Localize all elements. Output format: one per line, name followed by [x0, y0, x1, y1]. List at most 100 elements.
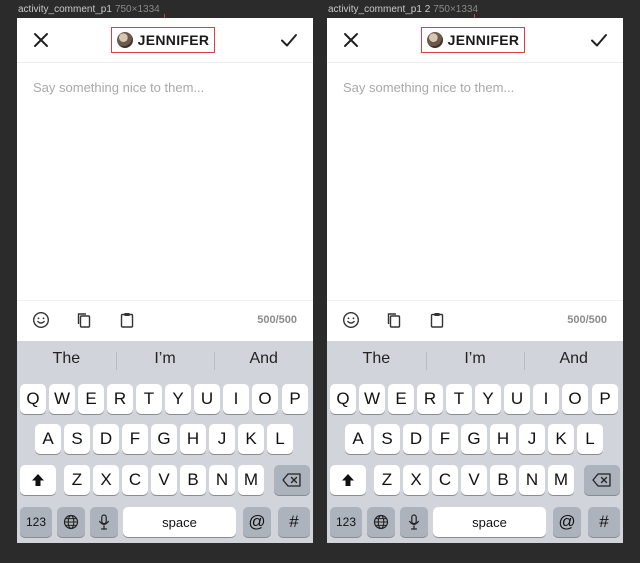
key-p[interactable]: P — [282, 384, 308, 414]
comment-toolbar: 500/500 — [17, 300, 313, 341]
key-x[interactable]: X — [403, 465, 429, 495]
key-b[interactable]: B — [180, 465, 206, 495]
hash-key[interactable]: # — [278, 507, 310, 537]
key-u[interactable]: U — [194, 384, 220, 414]
mic-key[interactable] — [400, 507, 428, 537]
comment-input[interactable]: Say something nice to them... — [343, 80, 514, 95]
key-d[interactable]: D — [93, 424, 119, 454]
backspace-key[interactable] — [274, 465, 310, 495]
globe-key[interactable] — [57, 507, 85, 537]
checkmark-icon[interactable] — [279, 30, 299, 50]
key-u[interactable]: U — [504, 384, 530, 414]
globe-key[interactable] — [367, 507, 395, 537]
key-g[interactable]: G — [461, 424, 487, 454]
phone-screen: JENNIFER Say something nice to them... 5… — [17, 18, 313, 543]
key-p[interactable]: P — [592, 384, 618, 414]
copy-icon[interactable] — [75, 311, 93, 329]
prediction-item[interactable]: I’m — [425, 350, 525, 370]
key-z[interactable]: Z — [64, 465, 90, 495]
key-f[interactable]: F — [122, 424, 148, 454]
key-v[interactable]: V — [151, 465, 177, 495]
at-key[interactable]: @ — [553, 507, 581, 537]
key-w[interactable]: W — [359, 384, 385, 414]
clipboard-icon[interactable] — [118, 311, 136, 329]
key-y[interactable]: Y — [475, 384, 501, 414]
key-c[interactable]: C — [432, 465, 458, 495]
key-x[interactable]: X — [93, 465, 119, 495]
key-r[interactable]: R — [417, 384, 443, 414]
prediction-item[interactable]: The — [327, 350, 426, 368]
key-z[interactable]: Z — [374, 465, 400, 495]
key-y[interactable]: Y — [165, 384, 191, 414]
key-row-4: 123 space @ # — [17, 507, 313, 537]
backspace-icon — [592, 473, 611, 487]
key-a[interactable]: A — [35, 424, 61, 454]
key-m[interactable]: M — [238, 465, 264, 495]
prediction-item[interactable]: The — [17, 350, 116, 368]
key-o[interactable]: O — [562, 384, 588, 414]
key-s[interactable]: S — [374, 424, 400, 454]
key-h[interactable]: H — [180, 424, 206, 454]
checkmark-icon[interactable] — [589, 30, 609, 50]
prediction-item[interactable]: And — [214, 350, 313, 370]
prediction-item[interactable]: I’m — [115, 350, 215, 370]
comment-toolbar: 500/500 — [327, 300, 623, 341]
key-h[interactable]: H — [490, 424, 516, 454]
mic-key[interactable] — [90, 507, 118, 537]
key-f[interactable]: F — [432, 424, 458, 454]
key-w[interactable]: W — [49, 384, 75, 414]
key-row-4: 123 space @ # — [327, 507, 623, 537]
key-k[interactable]: K — [238, 424, 264, 454]
shift-arrow-icon — [32, 474, 44, 486]
comment-input[interactable]: Say something nice to them... — [33, 80, 204, 95]
numbers-key[interactable]: 123 — [330, 507, 362, 537]
space-key[interactable]: space — [433, 507, 546, 537]
key-e[interactable]: E — [388, 384, 414, 414]
recipient-title-highlight: JENNIFER — [111, 27, 215, 53]
avatar — [426, 32, 443, 48]
shift-key[interactable] — [20, 465, 56, 495]
key-l[interactable]: L — [267, 424, 293, 454]
numbers-key[interactable]: 123 — [20, 507, 52, 537]
key-d[interactable]: D — [403, 424, 429, 454]
key-q[interactable]: Q — [20, 384, 46, 414]
close-icon[interactable] — [31, 30, 51, 50]
key-m[interactable]: M — [548, 465, 574, 495]
artboard-2: activity_comment_p1 2 750×1334 JENNIFER S… — [327, 0, 623, 563]
clipboard-icon[interactable] — [428, 311, 446, 329]
key-a[interactable]: A — [345, 424, 371, 454]
key-c[interactable]: C — [122, 465, 148, 495]
key-o[interactable]: O — [252, 384, 278, 414]
at-key[interactable]: @ — [243, 507, 271, 537]
key-i[interactable]: I — [533, 384, 559, 414]
predictive-bar: The I’m And — [327, 341, 623, 377]
key-t[interactable]: T — [136, 384, 162, 414]
key-v[interactable]: V — [461, 465, 487, 495]
shift-key[interactable] — [330, 465, 366, 495]
key-b[interactable]: B — [490, 465, 516, 495]
copy-icon[interactable] — [385, 311, 403, 329]
key-n[interactable]: N — [209, 465, 235, 495]
key-q[interactable]: Q — [330, 384, 356, 414]
key-s[interactable]: S — [64, 424, 90, 454]
key-e[interactable]: E — [78, 384, 104, 414]
key-j[interactable]: J — [209, 424, 235, 454]
key-l[interactable]: L — [577, 424, 603, 454]
key-n[interactable]: N — [519, 465, 545, 495]
key-g[interactable]: G — [151, 424, 177, 454]
close-icon[interactable] — [341, 30, 361, 50]
hash-key[interactable]: # — [588, 507, 620, 537]
smiley-icon[interactable] — [342, 311, 360, 329]
phone-screen: JENNIFER Say something nice to them... 5… — [327, 18, 623, 543]
key-j[interactable]: J — [519, 424, 545, 454]
key-k[interactable]: K — [548, 424, 574, 454]
smiley-icon[interactable] — [32, 311, 50, 329]
key-r[interactable]: R — [107, 384, 133, 414]
key-t[interactable]: T — [446, 384, 472, 414]
microphone-icon — [409, 514, 419, 530]
space-key[interactable]: space — [123, 507, 236, 537]
prediction-item[interactable]: And — [524, 350, 623, 370]
backspace-key[interactable] — [584, 465, 620, 495]
artboard-label: activity_comment_p1 2 750×1334 — [328, 4, 479, 15]
key-i[interactable]: I — [223, 384, 249, 414]
